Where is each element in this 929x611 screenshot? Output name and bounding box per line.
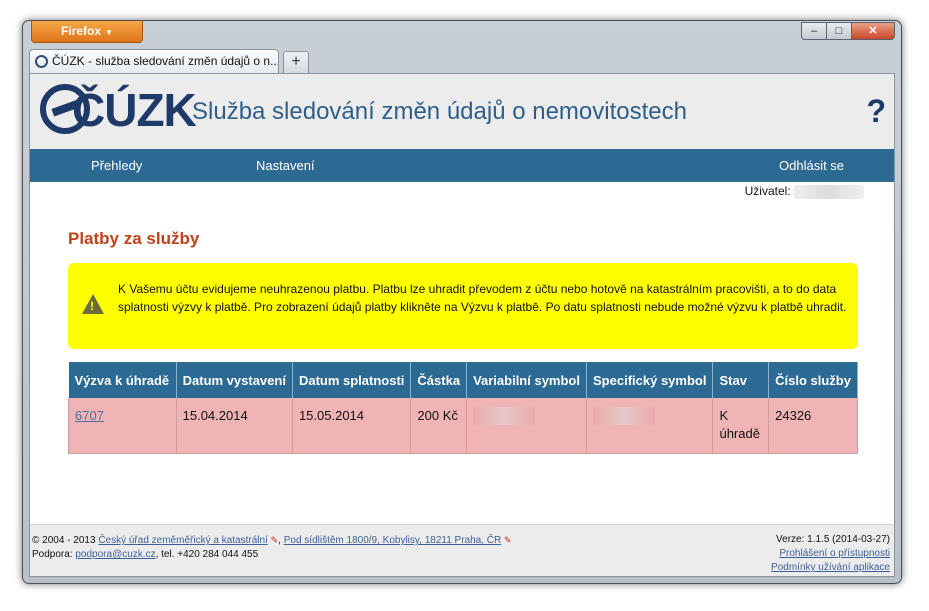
- column-header[interactable]: Výzva k úhradě: [68, 362, 177, 398]
- minimize-button[interactable]: –: [801, 22, 827, 40]
- title-bar: Firefox ▼ – □ ✕: [23, 21, 901, 45]
- column-header[interactable]: Datum vystavení: [176, 362, 293, 398]
- browser-window: Firefox ▼ – □ ✕ ČÚZK - služba sledování z…: [22, 20, 902, 584]
- column-header[interactable]: Datum splatnosti: [292, 362, 412, 398]
- logo-text: ČÚZK: [72, 84, 197, 136]
- footer-left: © 2004 - 2013 Český úřad zeměměřický a k…: [32, 535, 512, 560]
- column-header[interactable]: Variabilní symbol: [466, 362, 588, 398]
- page-content: ČÚZK Služba sledování změn údajů o nemov…: [29, 73, 895, 577]
- specific-symbol-cell: [586, 398, 714, 454]
- column-header[interactable]: Číslo služby: [768, 362, 858, 398]
- external-link-icon: ✎: [504, 535, 512, 545]
- chevron-down-icon: ▼: [105, 28, 113, 37]
- window-controls: – □ ✕: [801, 22, 895, 40]
- tab-strip: ČÚZK - služba sledování změn údajů o n..…: [29, 49, 895, 73]
- external-link-icon: ✎: [270, 535, 279, 545]
- column-header[interactable]: Specifický symbol: [586, 362, 714, 398]
- support-phone: , tel. +420 284 044 455: [155, 549, 259, 560]
- help-icon[interactable]: ?: [866, 94, 886, 128]
- page-title: Platby za služby: [68, 229, 200, 248]
- new-tab-button[interactable]: +: [283, 51, 309, 73]
- site-title: Služba sledování změn údajů o nemovitost…: [192, 98, 687, 125]
- user-info: Uživatel:: [745, 184, 864, 199]
- amount-cell: 200 Kč: [410, 398, 468, 454]
- warning-box: ! K Vašemu účtu evidujeme neuhrazenou pl…: [68, 263, 858, 349]
- payments-table: Výzva k úhradě Datum vystavení Datum spl…: [68, 362, 858, 454]
- redacted-username: [794, 184, 864, 199]
- nav-overview[interactable]: Přehledy: [91, 149, 142, 182]
- version-text: Verze: 1.1.5 (2014-03-27): [776, 534, 890, 545]
- status-cell: K úhradě: [712, 398, 770, 454]
- accessibility-link[interactable]: Prohlášení o přístupnosti: [779, 548, 890, 559]
- issued-date-cell: 15.04.2014: [176, 398, 293, 454]
- invoice-cell: 6707: [68, 398, 177, 454]
- support-label: Podpora:: [32, 549, 73, 560]
- column-header[interactable]: Částka: [410, 362, 468, 398]
- table-row: 6707 15.04.2014 15.05.2014 200 Kč K úhra…: [68, 398, 858, 454]
- invoice-link[interactable]: 6707: [75, 408, 104, 423]
- tab-title: ČÚZK - služba sledování změn údajů o n..…: [52, 54, 279, 68]
- warning-icon: !: [82, 294, 104, 314]
- main-navigation: Přehledy Nastavení Odhlásit se: [30, 149, 894, 182]
- footer-right: Verze: 1.1.5 (2014-03-27) Prohlášení o p…: [771, 533, 890, 575]
- table-header-row: Výzva k úhradě Datum vystavení Datum spl…: [68, 362, 858, 398]
- office-link[interactable]: Český úřad zeměměřický a katastrální: [98, 535, 268, 546]
- redacted-value: [593, 407, 656, 425]
- address-link[interactable]: Pod sídlištěm 1800/9, Kobylisy, 18211 Pr…: [284, 535, 502, 546]
- due-date-cell: 15.05.2014: [292, 398, 412, 454]
- redacted-value: [473, 407, 536, 425]
- warning-text: K Vašemu účtu evidujeme neuhrazenou plat…: [118, 282, 847, 314]
- column-header[interactable]: Stav: [712, 362, 770, 398]
- nav-logout[interactable]: Odhlásit se: [779, 149, 844, 182]
- user-label: Uživatel:: [744, 184, 791, 198]
- support-email-link[interactable]: podpora@cuzk.cz: [75, 549, 155, 560]
- close-button[interactable]: ✕: [851, 22, 895, 40]
- service-number-cell: 24326: [768, 398, 858, 454]
- tab-cuzk[interactable]: ČÚZK - služba sledování změn údajů o n..…: [29, 49, 279, 73]
- maximize-button[interactable]: □: [826, 22, 852, 40]
- terms-link[interactable]: Podmínky užívání aplikace: [771, 562, 890, 573]
- page-footer: © 2004 - 2013 Český úřad zeměměřický a k…: [30, 524, 894, 576]
- firefox-menu-label: Firefox: [61, 24, 102, 38]
- page-header: ČÚZK Služba sledování změn údajů o nemov…: [30, 74, 894, 149]
- variable-symbol-cell: [466, 398, 588, 454]
- cuzk-logo[interactable]: ČÚZK: [40, 84, 197, 136]
- globe-icon: [35, 55, 48, 68]
- copyright-text: © 2004 - 2013: [32, 535, 96, 546]
- nav-settings[interactable]: Nastavení: [256, 149, 315, 182]
- firefox-menu-button[interactable]: Firefox ▼: [31, 21, 143, 43]
